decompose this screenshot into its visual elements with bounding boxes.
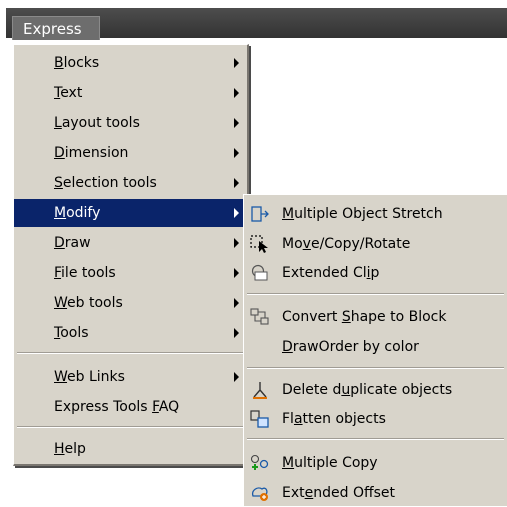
submenu-item-multiple-object-stretch[interactable]: Multiple Object Stretch — [244, 200, 507, 228]
submenu-arrow-icon — [234, 148, 239, 158]
menu-separator — [17, 352, 244, 354]
menu-item-web-links[interactable]: Web Links — [14, 363, 247, 391]
express-menu: Blocks Text Layout tools Dimension Selec… — [13, 44, 249, 466]
submenu-arrow-icon — [234, 238, 239, 248]
delete-duplicates-icon — [253, 382, 267, 399]
menu-item-draw[interactable]: Draw — [14, 229, 247, 257]
submenu-separator — [247, 293, 504, 295]
menu-item-file-tools[interactable]: File tools — [14, 259, 247, 287]
menu-item-help[interactable]: Help — [14, 435, 247, 463]
flatten-icon — [250, 410, 269, 428]
submenu-arrow-icon — [234, 208, 239, 218]
submenu-item-delete-duplicate-objects[interactable]: Delete duplicate objects — [244, 376, 507, 404]
submenu-arrow-icon — [234, 118, 239, 128]
submenu-item-extended-offset[interactable]: Extended Offset — [244, 479, 507, 507]
extended-offset-icon — [252, 487, 268, 501]
submenu-item-draworder-by-color[interactable]: DrawOrder by color — [244, 333, 507, 361]
submenu-item-extended-clip[interactable]: Extended Clip — [244, 259, 507, 287]
menu-item-layout-tools[interactable]: Layout tools — [14, 109, 247, 137]
express-menu-title[interactable]: Express — [12, 16, 100, 40]
submenu-arrow-icon — [234, 328, 239, 338]
submenu-item-move-copy-rotate[interactable]: Move/Copy/Rotate — [244, 230, 507, 258]
shape-to-block-icon — [250, 308, 269, 325]
submenu-arrow-icon — [234, 298, 239, 308]
menu-item-tools[interactable]: Tools — [14, 319, 247, 347]
menu-item-dimension[interactable]: Dimension — [14, 139, 247, 167]
menu-item-blocks[interactable]: Blocks — [14, 49, 247, 77]
multiple-copy-icon — [250, 454, 269, 470]
menu-item-text[interactable]: Text — [14, 79, 247, 107]
stretch-icon — [251, 206, 269, 222]
modify-submenu: Multiple Object Stretch Move/Copy/Rotate… — [243, 194, 507, 506]
submenu-arrow-icon — [234, 88, 239, 98]
submenu-item-flatten-objects[interactable]: Flatten objects — [244, 405, 507, 433]
submenu-arrow-icon — [234, 268, 239, 278]
menu-item-selection-tools[interactable]: Selection tools — [14, 169, 247, 197]
submenu-item-multiple-copy[interactable]: Multiple Copy — [244, 449, 507, 477]
menu-item-modify[interactable]: Modify — [14, 199, 247, 227]
menubar: Express — [0, 0, 507, 44]
submenu-arrow-icon — [234, 178, 239, 188]
submenu-arrow-icon — [234, 58, 239, 68]
menu-item-web-tools[interactable]: Web tools — [14, 289, 247, 317]
extended-clip-icon — [251, 264, 268, 281]
submenu-item-convert-shape-to-block[interactable]: Convert Shape to Block — [244, 303, 507, 331]
menu-separator — [17, 426, 244, 428]
submenu-separator — [247, 438, 504, 440]
move-copy-rotate-icon — [250, 235, 268, 253]
menu-item-express-tools-faq[interactable]: Express Tools FAQ — [14, 393, 247, 421]
submenu-separator — [247, 367, 504, 369]
submenu-arrow-icon — [234, 372, 239, 382]
